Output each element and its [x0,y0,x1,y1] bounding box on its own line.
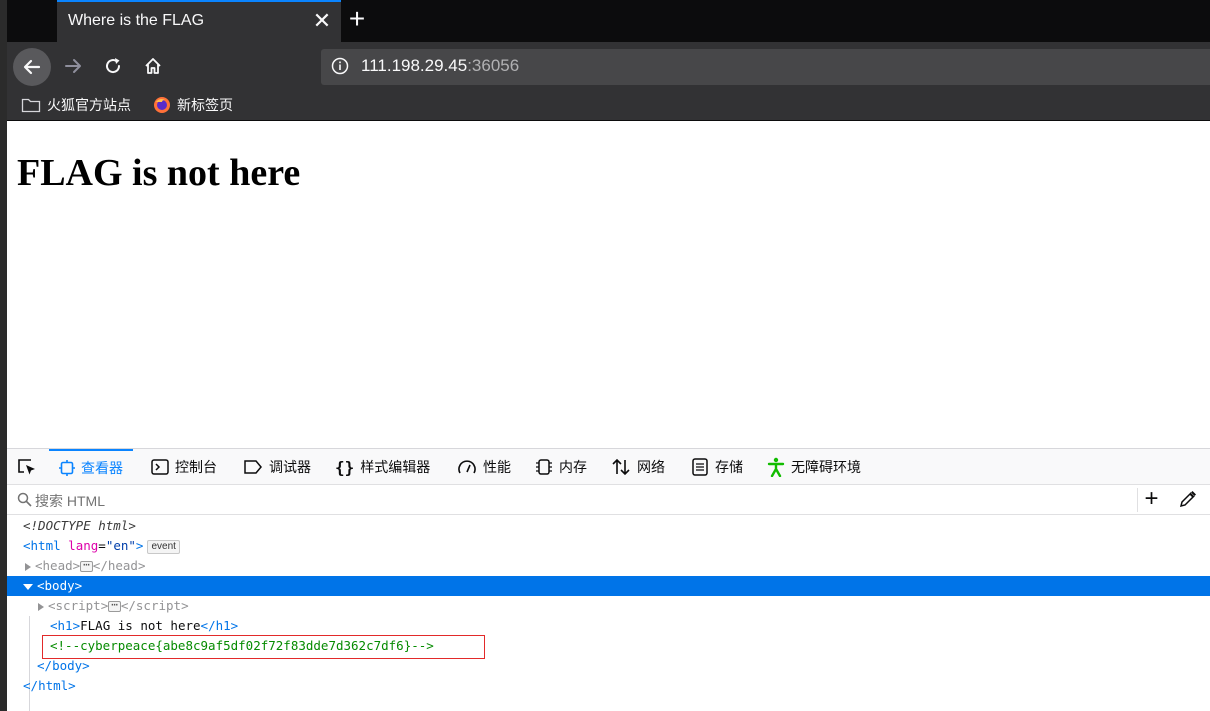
markup-row-html-close[interactable]: </html> [7,676,1210,696]
tab-label: 样式编辑器 [360,459,431,475]
tab-bar: Where is the FLAG ✕ + [7,0,1210,42]
attr-value: "en" [105,538,136,553]
markup-row-h1[interactable]: <h1>FLAG is not here</h1> [7,616,1210,636]
bookmark-item[interactable]: 新标签页 [153,94,233,116]
collapsed-ellipsis[interactable]: ⋯ [80,559,93,572]
debugger-icon [243,459,263,475]
home-icon [145,58,161,74]
tag-name: body [52,658,83,673]
tab-debugger[interactable]: 调试器 [243,449,311,485]
network-icon [611,458,631,476]
h1-text-node: FLAG is not here [80,618,201,633]
tag-name: head [42,558,73,573]
html-search-bar[interactable]: 搜索 HTML + [7,485,1210,515]
url-bar[interactable]: 111.198.29.45:36056 [321,49,1210,85]
markup-row-html[interactable]: <html lang="en"> event [7,536,1210,556]
bookmark-item[interactable]: 火狐官方站点 [21,94,131,116]
back-button[interactable] [13,48,51,86]
search-input[interactable]: 搜索 HTML [35,491,105,511]
add-node-button[interactable]: + [1137,487,1161,512]
desktop-edge [0,0,7,711]
firefox-icon [153,96,171,114]
tab-network[interactable]: 网络 [611,449,665,485]
info-icon[interactable] [331,57,349,80]
storage-icon [691,458,709,476]
element-picker-button[interactable] [13,455,41,479]
expand-twisty-icon[interactable] [38,602,44,611]
accessibility-icon [767,457,785,477]
bookmark-label: 火狐官方站点 [47,97,131,113]
expand-twisty-icon[interactable] [25,562,31,571]
bookmark-label: 新标签页 [177,97,233,113]
folder-icon [21,97,41,113]
inspector-icon [59,460,75,476]
tab-label: 内存 [559,459,587,475]
tab-label: 存储 [715,459,743,475]
search-icon [17,492,32,512]
markup-view: <!DOCTYPE html> <html lang="en"> event <h… [7,516,1210,711]
tab-label: 性能 [483,459,511,475]
tag-name: h1 [215,618,231,633]
doctype-node: <!DOCTYPE html> [23,518,136,533]
markup-row-doctype[interactable]: <!DOCTYPE html> [7,516,1210,536]
tab-style-editor[interactable]: {} 样式编辑器 [335,449,430,485]
style-editor-icon: {} [335,457,355,477]
tag-name: h1 [57,618,73,633]
markup-row-script[interactable]: <script> ⋯ </script> [7,596,1210,616]
event-badge[interactable]: event [147,539,180,554]
tab-label: 控制台 [175,459,217,475]
web-page: FLAG is not here [7,121,1210,448]
attr-name: lang [68,538,99,553]
tag-name: script [55,598,101,613]
tab-accessibility[interactable]: 无障碍环境 [767,449,861,485]
new-tab-button[interactable]: + [343,5,371,34]
tab-label: 调试器 [269,459,311,475]
collapse-twisty-icon[interactable] [23,583,33,590]
tab-label: 网络 [637,459,665,475]
tag-name: body [44,578,75,593]
performance-icon [457,459,477,475]
devtools-panel: 查看器 控制台 调试器 {} 样式编辑器 性能 内存 网络 存储 无障碍环境 搜… [7,448,1210,711]
markup-row-body[interactable]: <body> [7,576,1210,596]
url-host: 111.198.29.45 [361,56,468,75]
tab-performance[interactable]: 性能 [457,449,511,485]
tag-name: html [30,538,61,553]
tag-name: html [38,678,69,693]
devtools-toolbar: 查看器 控制台 调试器 {} 样式编辑器 性能 内存 网络 存储 无障碍环境 [7,449,1210,485]
tag-name: head [107,558,138,573]
element-picker-icon [18,459,35,475]
forward-arrow-icon [65,59,81,73]
highlight-annotation-box [42,635,485,659]
markup-row-body-close[interactable]: </body> [7,656,1210,676]
forward-button[interactable] [55,48,91,84]
bookmarks-bar: 火狐官方站点 新标签页 [7,90,1210,121]
console-icon [151,459,169,475]
tab-title: Where is the FLAG [68,12,205,29]
reload-button[interactable] [95,48,131,84]
eyedropper-icon[interactable] [1179,490,1197,513]
home-button[interactable] [135,48,171,84]
url-text[interactable]: 111.198.29.45:36056 [361,56,519,76]
tab-inspector[interactable]: 查看器 [49,449,133,485]
tab-label: 无障碍环境 [791,459,861,475]
back-arrow-icon [23,59,41,75]
reload-icon [106,58,121,74]
memory-icon [535,459,553,475]
collapsed-ellipsis[interactable]: ⋯ [108,599,121,612]
tag-name: script [135,598,182,613]
markup-row-head[interactable]: <head> ⋯ </head> [7,556,1210,576]
navigation-toolbar: 111.198.29.45:36056 [7,42,1210,90]
tab-memory[interactable]: 内存 [535,449,587,485]
tab-storage[interactable]: 存储 [691,449,743,485]
tab-console[interactable]: 控制台 [151,449,217,485]
tab-label: 查看器 [81,460,123,476]
url-port: :36056 [467,56,520,75]
page-heading: FLAG is not here [17,152,301,194]
tab-active[interactable]: Where is the FLAG ✕ [57,0,341,42]
close-tab-icon[interactable]: ✕ [311,10,333,33]
